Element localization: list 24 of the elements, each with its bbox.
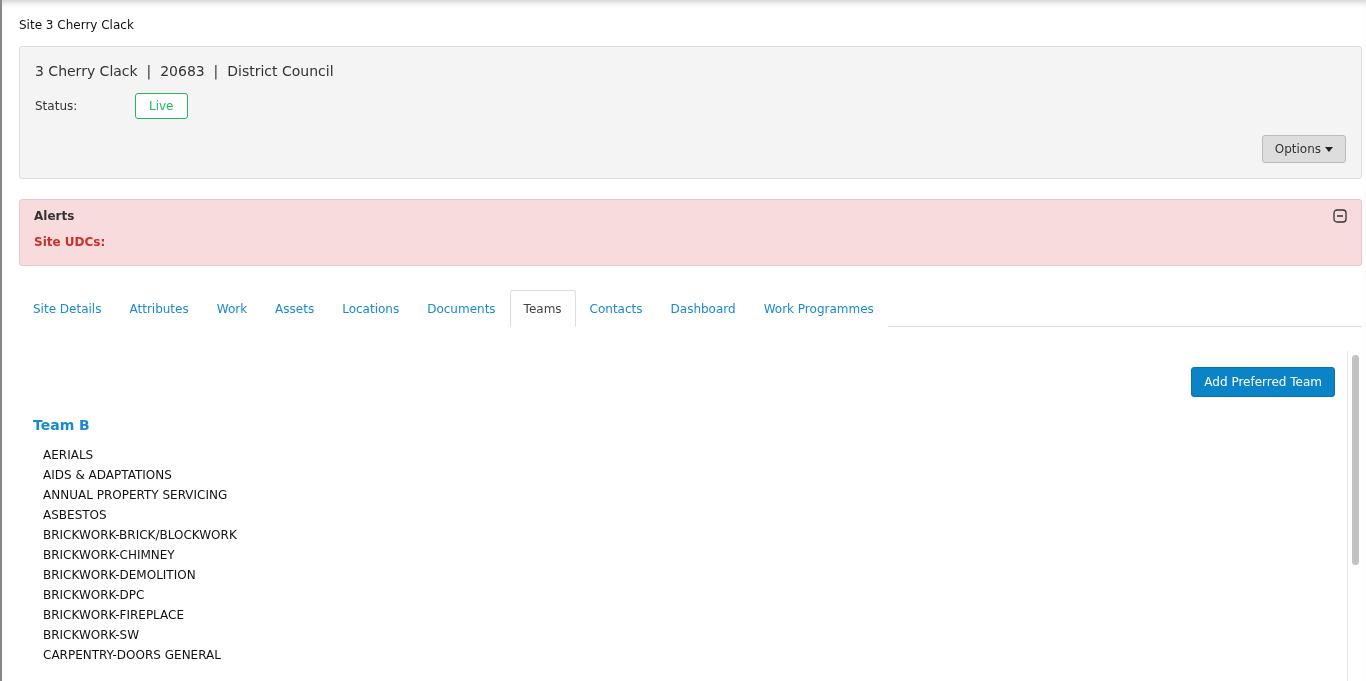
scrollbar-thumb[interactable] — [1351, 355, 1359, 565]
page-title: Site 3 Cherry Clack — [19, 17, 135, 34]
caret-icon — [1325, 146, 1333, 152]
add-team-button[interactable]: Add Preferred Team — [1191, 367, 1335, 397]
trade-item: AIDS & ADAPTATIONS — [43, 467, 173, 484]
trade-item: ANNUAL PROPERTY SERVICING — [43, 487, 229, 504]
collapse-icon[interactable] — [1333, 209, 1347, 223]
status-label: Status: — [35, 99, 79, 113]
site-heading: 3 Cherry Clack | 20683 | District Council — [35, 63, 335, 79]
status-badge: Live — [135, 93, 188, 119]
trade-item: BRICKWORK-CHIMNEY — [43, 547, 176, 564]
trade-item: BRICKWORK-DEMOLITION — [43, 567, 197, 584]
trade-item: BRICKWORK-SW — [43, 627, 140, 644]
trade-item: CARPENTRY-DOORS GENERAL — [43, 647, 222, 664]
trade-item: BRICKWORK-FIREPLACE — [43, 607, 186, 624]
alerts-title: Alerts — [34, 209, 75, 223]
alert-item: Site UDCs: — [34, 235, 107, 249]
trade-item: BRICKWORK-DPC — [43, 587, 146, 604]
trade-item: ASBESTOS — [43, 507, 108, 524]
team-name[interactable]: Team B — [33, 417, 1335, 433]
trade-item: AERIALS — [43, 447, 95, 464]
tab[interactable]: Teams — [509, 290, 576, 327]
trade-item: BRICKWORK-BRICK/BLOCKWORK — [43, 527, 238, 544]
options-button[interactable]: Options — [1261, 135, 1346, 163]
